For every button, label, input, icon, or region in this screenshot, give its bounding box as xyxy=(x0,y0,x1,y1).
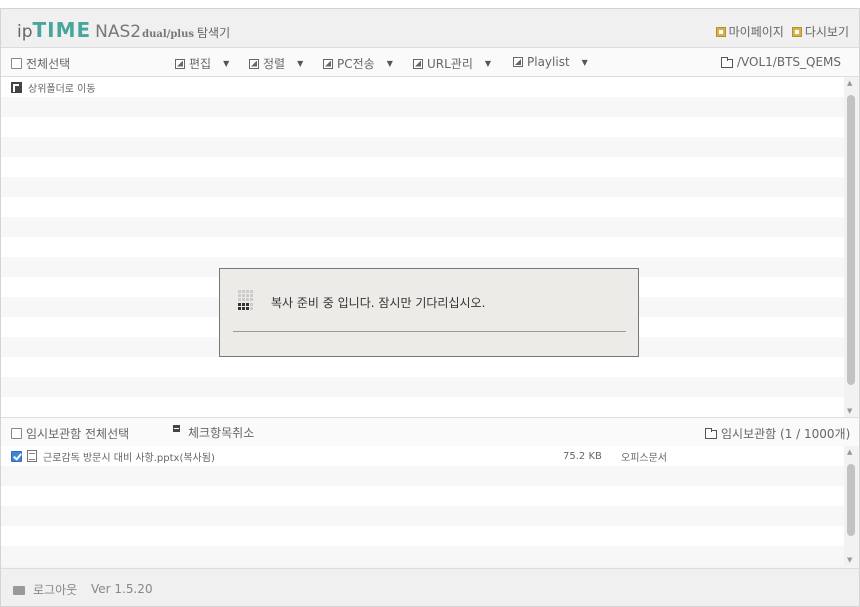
dropdown-caret-icon: ▼ xyxy=(223,59,230,68)
scroll-down-icon[interactable]: ▼ xyxy=(847,556,852,564)
refresh-icon xyxy=(791,26,802,37)
dropdown-caret-icon: ▼ xyxy=(581,57,588,67)
user-icon xyxy=(715,26,726,37)
dialog-divider xyxy=(233,331,626,332)
scroll-down-icon[interactable]: ▼ xyxy=(847,407,852,415)
checkbox-icon xyxy=(11,428,22,439)
temp-storage-count: 임시보관함 (1 / 1000개) xyxy=(721,427,851,441)
logout-button[interactable]: 로그아웃 xyxy=(13,581,77,598)
list-row xyxy=(1,217,844,237)
file-list-scrollbar[interactable]: ▲ ▼ xyxy=(844,77,859,417)
refresh-link[interactable]: 다시보기 xyxy=(791,23,849,40)
app-header: ip TIME NAS2 dual/plus 탐색기 마이페이지 다시보기 xyxy=(1,9,859,48)
loading-spinner-icon xyxy=(238,290,254,310)
sort-icon xyxy=(249,58,259,69)
mypage-label: 마이페이지 xyxy=(728,25,784,39)
minus-icon xyxy=(173,425,180,432)
app-title: 탐색기 xyxy=(197,26,231,40)
logo-nas: NAS2 xyxy=(95,22,142,42)
edit-menu[interactable]: 편집 ▼ xyxy=(175,55,229,72)
checkbox-icon xyxy=(11,58,22,69)
uncheck-label: 체크항목취소 xyxy=(188,426,255,440)
dropdown-caret-icon: ▼ xyxy=(297,59,304,68)
item-type: 오피스문서 xyxy=(621,452,667,464)
list-row xyxy=(1,157,844,177)
list-row xyxy=(1,137,844,157)
temp-select-all-checkbox[interactable]: 임시보관함 전체선택 xyxy=(11,425,129,442)
dropdown-caret-icon: ▼ xyxy=(484,59,492,68)
url-manage-menu[interactable]: URL관리 ▼ xyxy=(413,55,491,72)
scrollbar-thumb[interactable] xyxy=(847,95,855,385)
select-all-label: 전체선택 xyxy=(26,57,71,71)
logo-model: dual/plus xyxy=(142,29,195,40)
transfer-icon xyxy=(323,58,333,69)
key-icon xyxy=(13,586,25,595)
app-footer: 로그아웃 Ver 1.5.20 xyxy=(1,568,859,606)
version-label: Ver 1.5.20 xyxy=(91,582,153,596)
playlist-menu[interactable]: Playlist ▼ xyxy=(513,55,588,69)
list-row xyxy=(1,117,844,137)
url-manage-label: URL관리 xyxy=(427,57,473,71)
list-row xyxy=(1,237,844,257)
list-row xyxy=(1,197,844,217)
link-icon xyxy=(413,58,423,69)
edit-icon xyxy=(175,58,185,69)
uncheck-button[interactable]: 체크항목취소 xyxy=(173,424,254,441)
logout-label: 로그아웃 xyxy=(33,583,78,597)
select-all-checkbox[interactable]: 전체선택 xyxy=(11,55,70,72)
folder-icon xyxy=(705,428,717,439)
document-icon xyxy=(27,450,37,462)
list-row xyxy=(1,466,844,486)
scroll-up-icon[interactable]: ▲ xyxy=(847,79,852,87)
list-row xyxy=(1,177,844,197)
list-row xyxy=(1,97,844,117)
item-checkbox[interactable] xyxy=(11,450,22,462)
list-row xyxy=(1,506,844,526)
folder-icon xyxy=(721,56,733,68)
list-row xyxy=(1,546,844,566)
pc-transfer-label: PC전송 xyxy=(337,57,375,71)
temp-list: 근로감독 방문시 대비 사항.pptx(복사됨) 75.2 KB 오피스문서 xyxy=(1,446,844,566)
list-row xyxy=(1,377,844,397)
copy-progress-dialog: 복사 준비 중 입니다. 잠시만 기다리십시오. xyxy=(219,268,639,357)
temp-item-row[interactable]: 근로감독 방문시 대비 사항.pptx(복사됨) 75.2 KB 오피스문서 xyxy=(1,446,844,466)
temp-storage-bar: 임시보관함 전체선택 체크항목취소 임시보관함 (1 / 1000개) xyxy=(1,417,859,447)
scrollbar-thumb[interactable] xyxy=(847,464,855,536)
edit-label: 편집 xyxy=(189,57,212,71)
dialog-message: 복사 준비 중 입니다. 잠시만 기다리십시오. xyxy=(271,296,486,310)
current-path-label: /VOL1/BTS_QEMS xyxy=(737,55,842,69)
logo-time: TIME xyxy=(32,18,92,42)
refresh-label: 다시보기 xyxy=(804,25,849,39)
mypage-link[interactable]: 마이페이지 xyxy=(715,23,784,40)
pc-transfer-menu[interactable]: PC전송 ▼ xyxy=(323,55,393,72)
list-row xyxy=(1,357,844,377)
current-path: /VOL1/BTS_QEMS xyxy=(721,55,841,69)
playlist-label: Playlist xyxy=(527,55,570,69)
logo-ip: ip xyxy=(17,22,33,42)
temp-list-scrollbar[interactable]: ▲ ▼ xyxy=(844,446,859,566)
list-row xyxy=(1,526,844,546)
playlist-icon xyxy=(513,57,523,67)
file-list: 상위폴더로 이동 xyxy=(1,77,844,417)
up-folder-label: 상위폴더로 이동 xyxy=(28,83,96,95)
item-name: 근로감독 방문시 대비 사항.pptx(복사됨) xyxy=(43,452,215,464)
sort-menu[interactable]: 정렬 ▼ xyxy=(249,55,303,72)
temp-select-all-label: 임시보관함 전체선택 xyxy=(26,427,130,441)
dropdown-caret-icon: ▼ xyxy=(386,59,393,68)
up-folder-row[interactable]: 상위폴더로 이동 xyxy=(1,77,844,97)
scroll-up-icon[interactable]: ▲ xyxy=(847,448,852,456)
temp-storage-title: 임시보관함 (1 / 1000개) xyxy=(705,425,850,442)
file-toolbar: 전체선택 편집 ▼ 정렬 ▼ PC전송 ▼ URL관리 ▼ Playlist ▼ xyxy=(1,48,859,77)
list-row xyxy=(1,486,844,506)
app-logo: ip TIME NAS2 dual/plus 탐색기 xyxy=(17,18,230,42)
sort-label: 정렬 xyxy=(263,57,286,71)
item-size: 75.2 KB xyxy=(563,450,602,462)
list-row xyxy=(1,397,844,417)
folder-up-icon xyxy=(11,81,22,93)
